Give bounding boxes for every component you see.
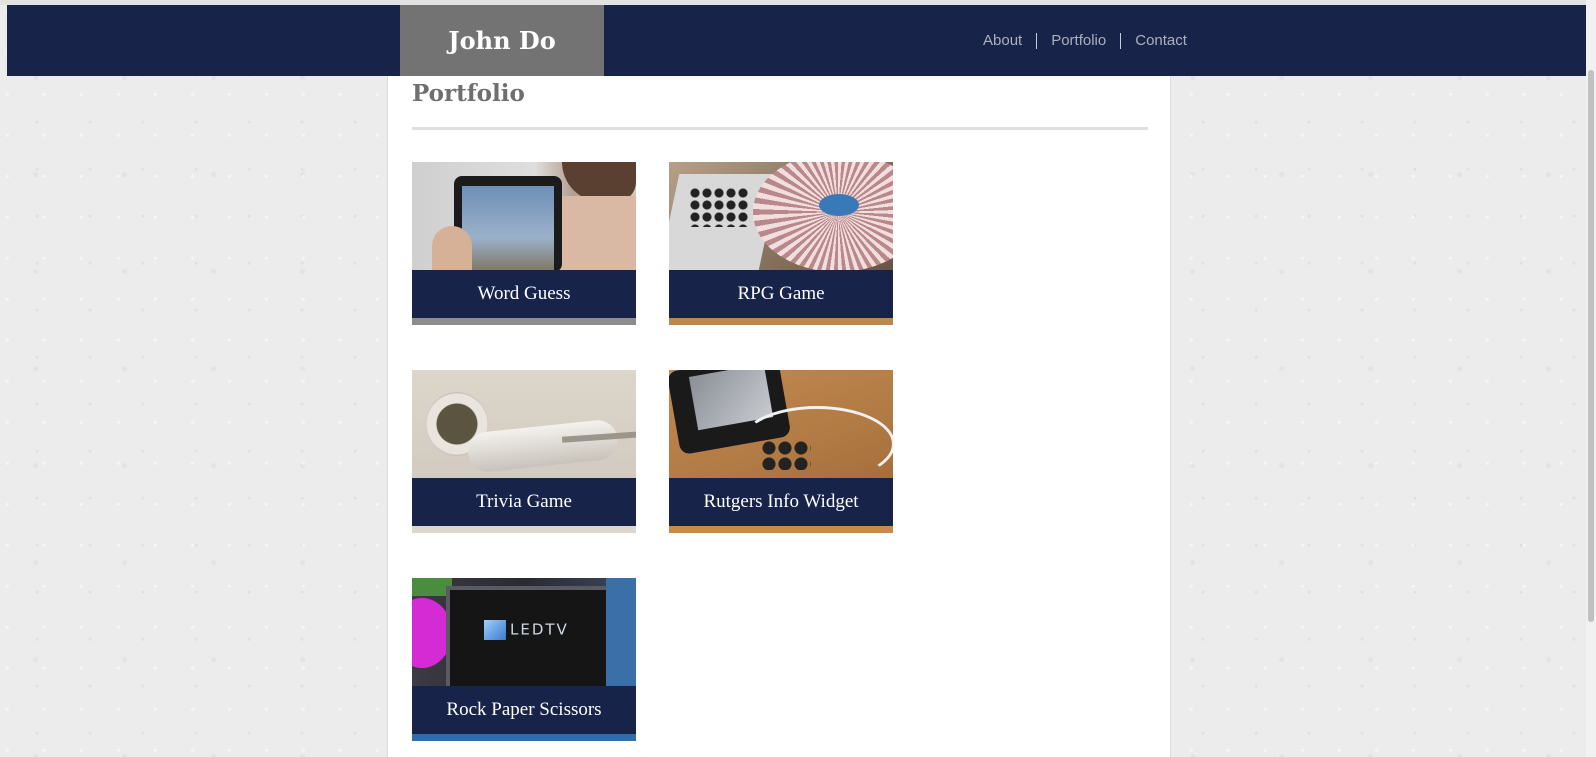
project-caption: Rutgers Info Widget <box>669 478 893 526</box>
project-caption: Rock Paper Scissors <box>412 686 636 734</box>
project-caption: Trivia Game <box>412 478 636 526</box>
card-photo-band <box>412 318 636 325</box>
main-content: Portfolio Word Guess RPG Game Trivia Gam… <box>387 76 1171 757</box>
nav-about[interactable]: About <box>975 32 1030 49</box>
card-photo-band <box>669 318 893 325</box>
card-photo-band <box>412 526 636 533</box>
card-photo-band <box>412 734 636 741</box>
project-card-rutgers-info-widget[interactable]: Rutgers Info Widget <box>669 370 893 533</box>
project-caption: RPG Game <box>669 270 893 318</box>
nav-separator <box>1120 32 1122 49</box>
scrollbar-thumb[interactable] <box>1588 70 1594 622</box>
project-card-trivia-game[interactable]: Trivia Game <box>412 370 636 533</box>
led-tv-logo: LEDTV <box>510 620 569 639</box>
nav-portfolio[interactable]: Portfolio <box>1043 32 1114 49</box>
3d-cube-icon <box>484 620 506 640</box>
project-card-rpg-game[interactable]: RPG Game <box>669 162 893 325</box>
navbar: John Do About Portfolio Contact <box>7 5 1586 76</box>
nav-links: About Portfolio Contact <box>975 5 1195 76</box>
brand-logo[interactable]: John Do <box>400 5 604 76</box>
project-card-word-guess[interactable]: Word Guess <box>412 162 636 325</box>
vertical-scrollbar[interactable] <box>1586 0 1596 757</box>
card-photo-band <box>669 526 893 533</box>
title-divider <box>412 127 1148 130</box>
nav-separator <box>1036 32 1038 49</box>
page-title: Portfolio <box>412 80 525 107</box>
project-card-rock-paper-scissors[interactable]: LEDTV Rock Paper Scissors <box>412 578 636 741</box>
nav-contact[interactable]: Contact <box>1127 32 1195 49</box>
project-caption: Word Guess <box>412 270 636 318</box>
